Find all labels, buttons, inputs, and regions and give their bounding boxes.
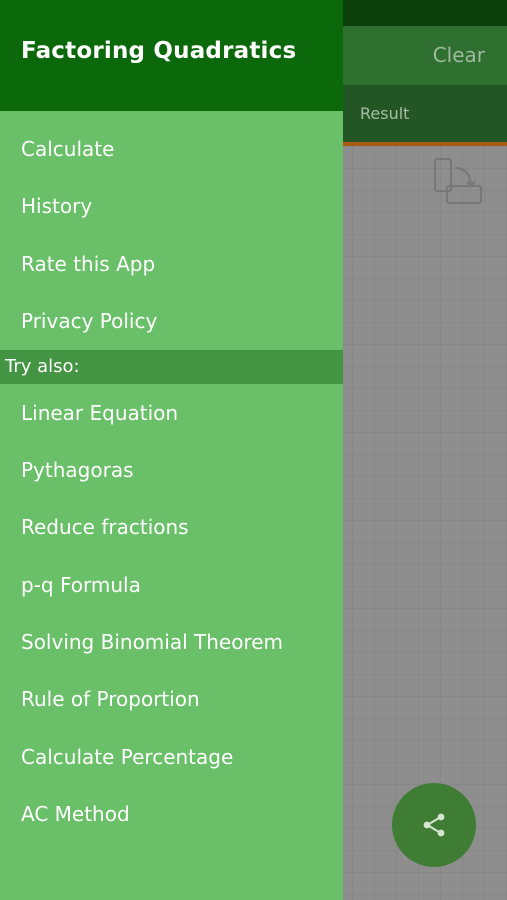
menu-item-pq-formula[interactable]: p-q Formula [0, 557, 343, 614]
share-icon [423, 813, 445, 837]
share-button[interactable] [392, 783, 476, 867]
menu-item-label: Privacy Policy [21, 309, 158, 333]
menu-item-label: Rate this App [21, 252, 156, 276]
menu-item-label: Linear Equation [21, 401, 179, 425]
menu-item-label: Rule of Proportion [21, 687, 200, 711]
tab-result[interactable]: Result [360, 85, 409, 143]
menu-item-label: History [21, 194, 93, 218]
menu-item-history[interactable]: History [0, 178, 343, 235]
menu-item-reduce-fractions[interactable]: Reduce fractions [0, 499, 343, 556]
rotate-device-icon [434, 158, 482, 204]
menu-item-label: Solving Binomial Theorem [21, 630, 284, 654]
menu-item-label: p-q Formula [21, 573, 141, 597]
menu-item-label: Calculate Percentage [21, 745, 234, 769]
drawer-header: Factoring Quadratics [0, 0, 343, 111]
section-label: Try also: [5, 356, 80, 377]
menu-item-pythagoras[interactable]: Pythagoras [0, 442, 343, 499]
menu-item-binomial-theorem[interactable]: Solving Binomial Theorem [0, 614, 343, 671]
menu-item-rate-app[interactable]: Rate this App [0, 236, 343, 293]
menu-item-rule-of-proportion[interactable]: Rule of Proportion [0, 671, 343, 728]
menu-item-ac-method[interactable]: AC Method [0, 786, 343, 843]
menu-item-calculate-percentage[interactable]: Calculate Percentage [0, 729, 343, 786]
menu-item-label: Pythagoras [21, 458, 134, 482]
menu-item-label: AC Method [21, 802, 130, 826]
menu-item-label: Calculate [21, 137, 115, 161]
navigation-drawer: Factoring Quadratics Calculate History R… [0, 0, 343, 900]
menu-item-calculate[interactable]: Calculate [0, 121, 343, 178]
menu-item-privacy-policy[interactable]: Privacy Policy [0, 293, 343, 350]
section-header-try-also: Try also: [0, 350, 343, 384]
menu-item-label: Reduce fractions [21, 515, 189, 539]
clear-button[interactable]: Clear [433, 26, 485, 85]
menu-item-linear-equation[interactable]: Linear Equation [0, 385, 343, 442]
drawer-title: Factoring Quadratics [21, 38, 297, 64]
